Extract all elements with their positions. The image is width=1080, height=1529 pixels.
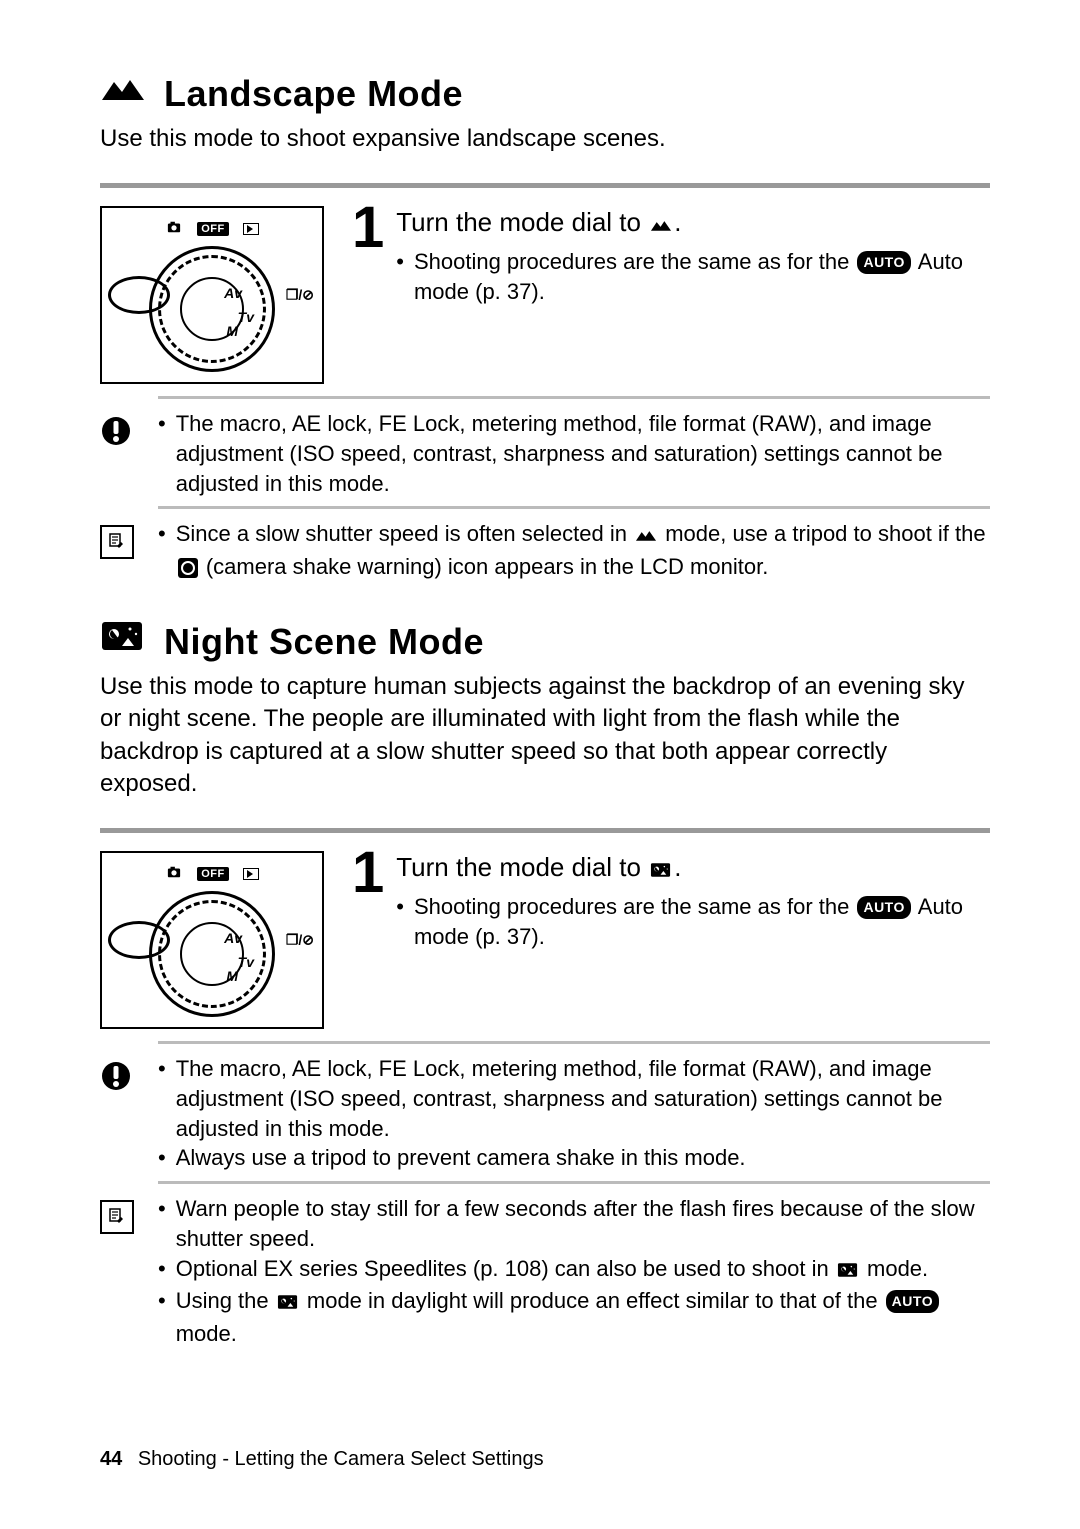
divider	[158, 506, 990, 509]
dial-highlight	[108, 276, 170, 314]
auto-badge: AUTO	[886, 1290, 939, 1313]
landscape-desc: Use this mode to shoot expansive landsca…	[100, 123, 990, 155]
step-title-text-b: .	[674, 852, 681, 882]
caution-icon	[100, 1060, 136, 1173]
step-bullet-a: Shooting procedures are the same as for …	[414, 894, 855, 919]
tip-text-a: Since a slow shutter speed is often sele…	[176, 521, 633, 546]
tip-text-c: (camera shake warning) icon appears in t…	[200, 554, 769, 579]
divider	[100, 183, 990, 188]
tip3-c: mode.	[176, 1321, 237, 1346]
tip1-text: Warn people to stay still for a few seco…	[176, 1194, 990, 1253]
landscape-caution: The macro, AE lock, FE Lock, metering me…	[100, 409, 990, 498]
landscape-icon	[650, 209, 672, 243]
dial-tv: Tv	[238, 309, 254, 325]
night-title: Night Scene Mode	[164, 621, 484, 663]
step-number: 1	[352, 847, 384, 1029]
footer-text: Shooting - Letting the Camera Select Set…	[138, 1448, 544, 1470]
divider	[158, 1181, 990, 1184]
caution2-text: Always use a tripod to prevent camera sh…	[176, 1143, 746, 1173]
dial-m: M	[226, 323, 238, 339]
night-scene-icon	[837, 1257, 859, 1287]
step-bullet-a: Shooting procedures are the same as for …	[414, 249, 855, 274]
dial-highlight	[108, 921, 170, 959]
tip3-b: mode in daylight will produce an effect …	[301, 1288, 884, 1313]
off-badge: OFF	[197, 222, 229, 236]
dial-m: M	[226, 968, 238, 984]
auto-badge: AUTO	[857, 251, 910, 274]
step-title-text-b: .	[674, 207, 681, 237]
dial-av: Av	[224, 930, 242, 946]
step-title-text-a: Turn the mode dial to	[396, 207, 648, 237]
camera-icon	[165, 865, 183, 882]
divider	[158, 1041, 990, 1044]
tip3-a: Using the	[176, 1288, 275, 1313]
landscape-heading: Landscape Mode	[100, 70, 990, 115]
night-scene-icon	[100, 618, 146, 654]
camera-icon	[165, 220, 183, 237]
caution1-text: The macro, AE lock, FE Lock, metering me…	[176, 1054, 990, 1143]
mode-dial-illustration: OFF Av Tv M ❐/⊘	[100, 206, 324, 384]
step-number: 1	[352, 202, 384, 384]
camera-shake-icon	[178, 558, 198, 578]
caution-icon	[100, 415, 136, 498]
divider	[100, 828, 990, 833]
dial-side-label: ❐/⊘	[286, 287, 314, 304]
night-step: OFF Av Tv M ❐/⊘ 1 Turn	[100, 851, 990, 1029]
landscape-tip: Since a slow shutter speed is often sele…	[100, 519, 990, 581]
divider	[158, 396, 990, 399]
night-desc: Use this mode to capture human subjects …	[100, 671, 990, 801]
tip2-b: mode.	[861, 1256, 928, 1281]
off-badge: OFF	[197, 867, 229, 881]
play-icon	[243, 868, 259, 880]
step-bullet: Shooting procedures are the same as for …	[396, 247, 990, 306]
dial-tv: Tv	[238, 954, 254, 970]
landscape-title: Landscape Mode	[164, 73, 463, 115]
dial-av: Av	[224, 285, 242, 301]
memo-icon	[100, 1200, 136, 1348]
landscape-step: OFF Av Tv M ❐/⊘ 1 Turn the mode dial to …	[100, 206, 990, 384]
play-icon	[243, 223, 259, 235]
tip-text-b: mode, use a tripod to shoot if the	[659, 521, 986, 546]
mode-dial-illustration: OFF Av Tv M ❐/⊘	[100, 851, 324, 1029]
tip2-a: Optional EX series Speedlites (p. 108) c…	[176, 1256, 835, 1281]
landscape-icon	[635, 522, 657, 552]
night-caution: The macro, AE lock, FE Lock, metering me…	[100, 1054, 990, 1173]
landscape-icon	[100, 70, 146, 106]
night-tips: Warn people to stay still for a few seco…	[100, 1194, 990, 1348]
step-title: Turn the mode dial to .	[396, 206, 990, 243]
auto-badge: AUTO	[857, 896, 910, 919]
step-title-text-a: Turn the mode dial to	[396, 852, 648, 882]
memo-icon	[100, 525, 136, 581]
night-heading: Night Scene Mode	[100, 618, 990, 663]
caution-text: The macro, AE lock, FE Lock, metering me…	[176, 409, 990, 498]
page-footer: 44 Shooting - Letting the Camera Select …	[100, 1448, 544, 1471]
night-scene-icon	[277, 1289, 299, 1319]
night-scene-icon	[650, 854, 672, 888]
dial-side-label: ❐/⊘	[286, 932, 314, 949]
page-number: 44	[100, 1448, 122, 1470]
step-bullet: Shooting procedures are the same as for …	[396, 892, 990, 951]
step-title: Turn the mode dial to .	[396, 851, 990, 888]
